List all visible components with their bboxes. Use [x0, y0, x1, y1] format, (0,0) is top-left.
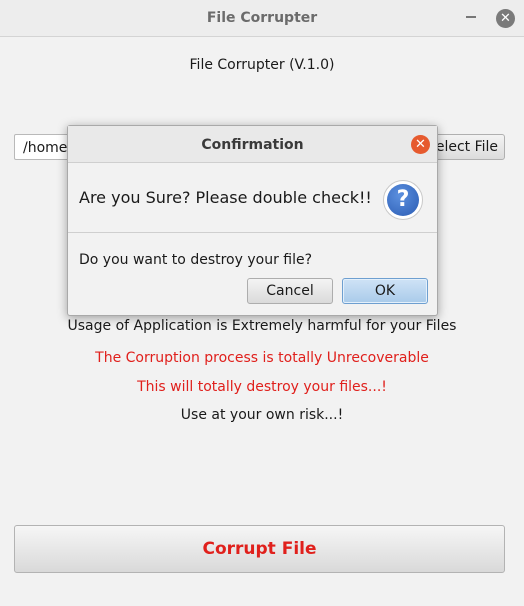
dialog-title: Confirmation — [201, 137, 304, 153]
app-version-title: File Corrupter (V.1.0) — [189, 57, 335, 73]
confirmation-dialog: Confirmation ✕ Are you Sure? Please doub… — [67, 125, 438, 316]
minimize-icon[interactable] — [466, 16, 476, 18]
dialog-content-text: Do you want to destroy your file? — [79, 252, 313, 268]
ok-button[interactable]: OK — [342, 278, 428, 304]
dialog-header-text: Are you Sure? Please double check!! — [79, 188, 372, 207]
dialog-header: Are you Sure? Please double check!! ? — [68, 163, 437, 233]
risk-text: Use at your own risk...! — [180, 407, 344, 423]
window-titlebar[interactable]: File Corrupter ✕ — [0, 0, 524, 37]
usage-warning-text: Usage of Application is Extremely harmfu… — [67, 318, 457, 334]
dialog-close-icon[interactable]: ✕ — [411, 135, 430, 154]
destroy-warning-text: This will totally destroy your files...! — [137, 379, 387, 395]
window-close-icon[interactable]: ✕ — [496, 9, 515, 28]
dialog-titlebar[interactable]: Confirmation ✕ — [68, 126, 437, 163]
cancel-button[interactable]: Cancel — [247, 278, 333, 304]
question-mark-glyph: ? — [387, 184, 419, 216]
window-title: File Corrupter — [206, 10, 318, 26]
corrupt-file-button[interactable]: Corrupt File — [14, 525, 505, 573]
unrecoverable-warning-text: The Corruption process is totally Unreco… — [95, 350, 429, 366]
question-icon: ? — [383, 180, 423, 220]
